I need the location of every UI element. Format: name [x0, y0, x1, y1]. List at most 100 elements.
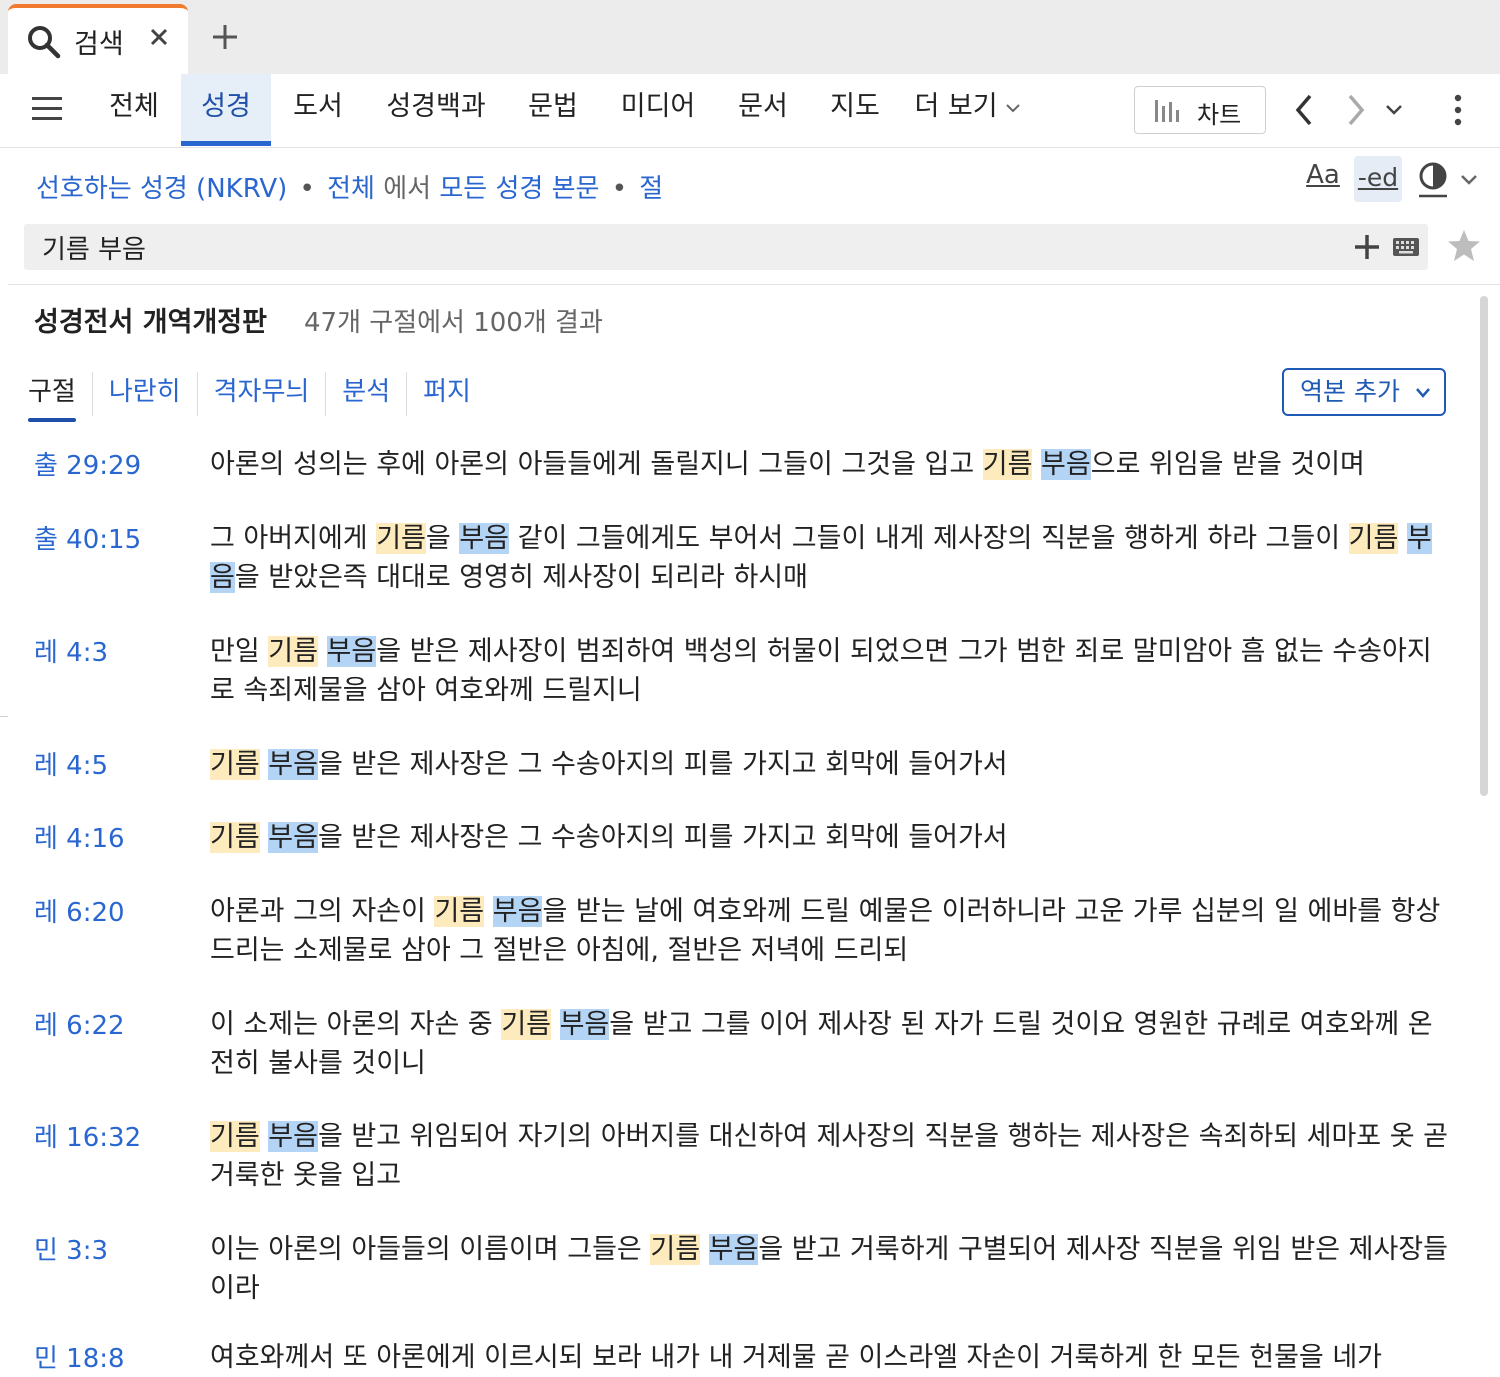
verse-reference[interactable]: 레 6:20 [34, 892, 125, 929]
nav-tab-books[interactable]: 도서 [280, 74, 356, 146]
highlight-term-2: 부음 [268, 822, 318, 853]
verse-segment: 만일 [210, 636, 269, 667]
verse-segment: 을 받은 제사장은 그 수송아지의 피를 가지고 회막에 들어가서 [317, 822, 1008, 853]
highlight-term-2: 부음 [459, 523, 510, 554]
add-version-button[interactable]: 역본 추가 [1282, 368, 1446, 416]
highlight-term-2: 부음 [559, 1009, 610, 1040]
morphology-toggle-button[interactable]: -ed [1354, 156, 1402, 202]
scope-texts[interactable]: 모든 성경 본문 [439, 174, 599, 204]
verse-segment [700, 1234, 709, 1265]
highlight-term-2: 부음 [492, 896, 543, 927]
view-tab-analysis[interactable]: 분석 [326, 372, 408, 416]
verse-text: 여호와께서 또 아론에게 이르시되 보라 내가 내 거제물 곧 이스라엘 자손이… [210, 1338, 1450, 1377]
chevron-down-icon[interactable] [1458, 170, 1480, 190]
scope-separator: • [611, 174, 628, 204]
nav-more-label: 더 보기 [914, 91, 998, 122]
highlight-term-2: 부음 [268, 749, 318, 780]
chevron-down-icon [1005, 103, 1020, 112]
verse-reference[interactable]: 민 18:8 [34, 1338, 125, 1375]
history-dropdown-icon[interactable] [1380, 96, 1408, 124]
bar-chart-icon [1155, 100, 1179, 122]
search-icon [28, 26, 61, 59]
verse-segment: 을 받은 제사장이 범죄하여 백성의 허물이 되었으면 그가 범한 죄로 말미암… [210, 636, 1432, 706]
add-term-plus-icon[interactable] [1352, 232, 1382, 262]
verse-text: 그 아버지에게 기름을 부음 같이 그들에게도 부어서 그들이 내게 제사장의 … [210, 519, 1450, 597]
scrollbar[interactable] [1480, 296, 1488, 796]
search-bar [24, 224, 1428, 270]
verse-reference[interactable]: 출 40:15 [34, 519, 141, 556]
close-icon[interactable] [144, 22, 174, 52]
verse-segment: 을 받은 제사장은 그 수송아지의 피를 가지고 회막에 들어가서 [317, 749, 1008, 780]
theme-icon[interactable] [1416, 160, 1450, 200]
keyboard-icon[interactable] [1392, 236, 1420, 258]
verse-reference[interactable]: 출 29:29 [34, 445, 141, 482]
view-tab-verses[interactable]: 구절 [28, 372, 93, 422]
verse-segment [551, 1009, 560, 1040]
bible-version-title: 성경전서 개역개정판 [34, 307, 267, 338]
verse-reference[interactable]: 레 16:32 [34, 1117, 141, 1154]
verse-text: 기름 부음을 받은 제사장은 그 수송아지의 피를 가지고 회막에 들어가서 [210, 745, 1450, 784]
view-tab-grid[interactable]: 격자무늬 [198, 372, 327, 416]
verse-reference[interactable]: 민 3:3 [34, 1230, 108, 1267]
forward-arrow-icon[interactable] [1340, 90, 1372, 130]
search-scope: 선호하는 성경 (NKRV) • 전체 에서 모든 성경 본문 • 절 [36, 168, 663, 205]
search-tab[interactable]: 검색 [8, 4, 188, 74]
more-options-icon[interactable] [1446, 92, 1470, 128]
view-tab-fuzzy[interactable]: 퍼지 [407, 372, 487, 416]
nav-tab-encyclopedia[interactable]: 성경백과 [374, 74, 498, 146]
result-view-tabs: 구절 나란히 격자무늬 분석 퍼지 [28, 372, 487, 422]
verse-segment: 아론의 성의는 후에 아론의 아들들에게 돌릴지니 그들이 그것을 입고 [210, 449, 983, 480]
highlight-term-2: 부음 [1041, 449, 1091, 480]
verse-segment: 으로 위임을 받을 것이며 [1090, 449, 1365, 480]
add-version-label: 역본 추가 [1300, 377, 1400, 406]
highlight-term-1: 기름 [501, 1009, 551, 1040]
new-tab-plus-icon[interactable] [208, 20, 242, 54]
highlight-term-1: 기름 [650, 1234, 701, 1265]
nav-tab-all[interactable]: 전체 [96, 74, 172, 146]
back-arrow-icon[interactable] [1288, 90, 1320, 130]
verse-text: 이는 아론의 아들들의 이름이며 그들은 기름 부음을 받고 거룩하게 구별되어… [210, 1230, 1450, 1308]
highlight-term-2: 부음 [326, 636, 377, 667]
verse-segment: 아론과 그의 자손이 [210, 896, 435, 927]
star-icon[interactable] [1446, 228, 1482, 264]
nav-tab-grammar[interactable]: 문법 [516, 74, 590, 146]
highlight-term-1: 기름 [434, 896, 485, 927]
pane-edge-marker [0, 716, 8, 717]
nav-tab-more[interactable]: 더 보기 [908, 74, 1028, 146]
verse-segment: 을 받았은즉 대대로 영영히 제사장이 되리라 하시매 [234, 562, 808, 593]
chevron-down-icon [1416, 388, 1430, 398]
verse-reference[interactable]: 레 6:22 [34, 1005, 125, 1042]
nav-tab-bible[interactable]: 성경 [181, 74, 271, 146]
chart-label: 차트 [1197, 101, 1242, 129]
highlight-term-1: 기름 [982, 449, 1033, 480]
nav-tab-maps[interactable]: 지도 [818, 74, 892, 146]
verse-segment: 을 받고 위임되어 자기의 아버지를 대신하여 제사장의 직분을 행하는 제사장… [210, 1121, 1448, 1191]
scope-in-label: 에서 [383, 174, 432, 204]
verse-text: 만일 기름 부음을 받은 제사장이 범죄하여 백성의 허물이 되었으면 그가 범… [210, 632, 1450, 710]
scope-unit[interactable]: 절 [639, 174, 663, 204]
tab-title: 검색 [74, 29, 124, 60]
verse-segment [260, 1121, 269, 1152]
scope-all[interactable]: 전체 [327, 174, 375, 204]
font-size-button[interactable]: Aa [1304, 160, 1342, 200]
nav-tab-documents[interactable]: 문서 [726, 74, 800, 146]
search-input[interactable] [42, 226, 1342, 268]
highlight-term-1: 기름 [1348, 523, 1399, 554]
verse-segment [1398, 523, 1407, 554]
verse-segment [318, 636, 327, 667]
verse-reference[interactable]: 레 4:3 [34, 632, 108, 669]
highlight-term-1: 기름 [376, 523, 426, 554]
nav-tab-media[interactable]: 미디어 [608, 74, 708, 146]
highlight-term-2: 부음 [268, 1121, 318, 1152]
verse-segment: 여호와께서 또 아론에게 이르시되 보라 내가 내 거제물 곧 이스라엘 자손이… [210, 1342, 1383, 1373]
verse-reference[interactable]: 레 4:5 [34, 745, 108, 782]
verse-segment: 이는 아론의 아들들의 이름이며 그들은 [210, 1234, 651, 1265]
menu-icon[interactable] [30, 94, 64, 124]
verse-text: 이 소제는 아론의 자손 중 기름 부음을 받고 그를 이어 제사장 된 자가 … [210, 1005, 1450, 1083]
results-count: 47개 구절에서 100개 결과 [304, 308, 603, 338]
verse-reference[interactable]: 레 4:16 [34, 818, 125, 855]
scope-preferred-bible[interactable]: 선호하는 성경 (NKRV) [36, 174, 287, 204]
verse-segment [484, 896, 493, 927]
chart-button[interactable]: 차트 [1134, 86, 1266, 134]
view-tab-parallel[interactable]: 나란히 [93, 372, 198, 416]
